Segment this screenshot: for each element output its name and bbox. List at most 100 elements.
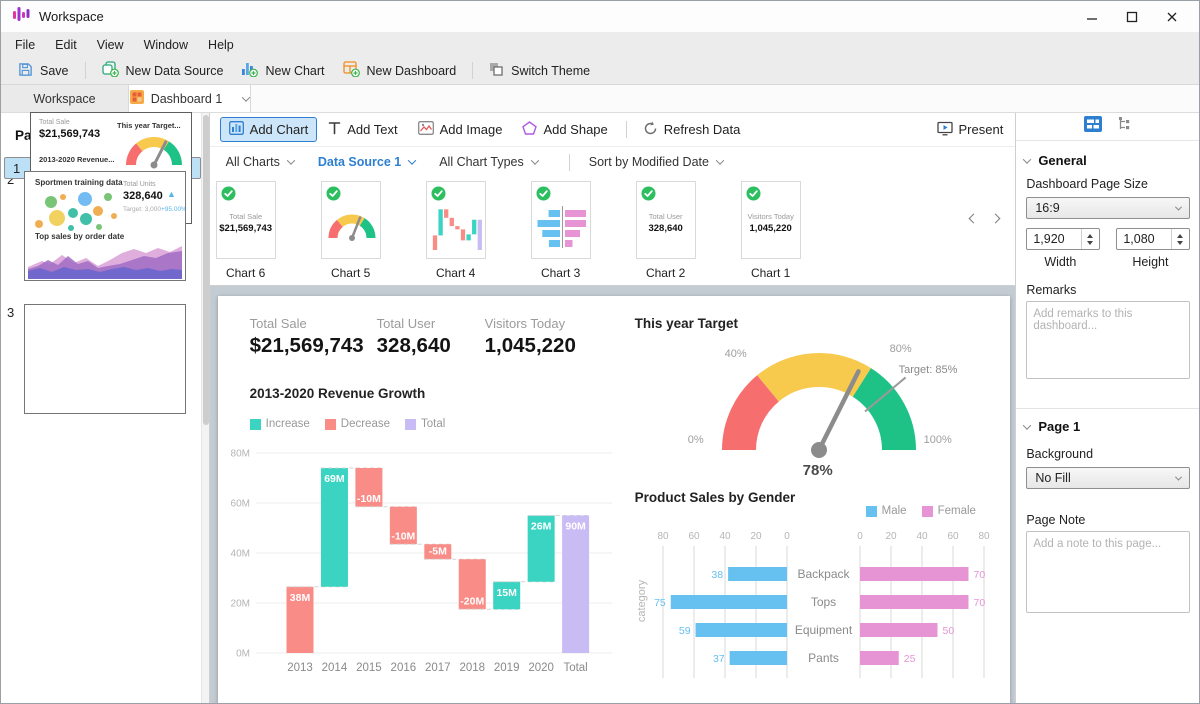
new-dashboard-button[interactable]: New Dashboard [334,58,466,83]
page-3-preview [24,304,186,414]
chart-card[interactable]: Chart 3 [531,181,591,285]
decrease-swatch [325,419,336,430]
add-chart-icon [229,121,244,138]
svg-text:40: 40 [916,531,928,542]
gauge-target-label: Target: 85% [899,364,958,376]
dashboard-settings-icon[interactable] [1084,116,1102,137]
page-thumbnail-3[interactable]: 3 [4,299,198,419]
chart-card[interactable]: Visitors Today 1,045,220 Chart 1 [741,181,801,285]
svg-text:-10M: -10M [391,530,415,542]
stepper-arrows-icon[interactable] [1081,229,1097,249]
menu-file[interactable]: File [5,35,45,55]
butterfly-chart[interactable]: 0020204040606080803870Backpack7570Tops59… [635,528,1007,691]
cards-prev-button[interactable] [969,214,979,224]
chart-card-list: Total Sale $21,569,743 Chart 6 Chart 5 [210,177,1016,285]
waterfall-chart[interactable]: 0M20M40M60M80M38M201369M2014-10M2015-10M… [230,443,614,684]
chevron-down-icon [531,156,539,164]
check-circle-icon [641,186,656,206]
add-text-icon [328,121,341,138]
check-circle-icon [326,186,341,206]
chart-card-name: Chart 5 [321,266,381,280]
stepper-arrows-icon[interactable] [1171,229,1187,249]
general-section-header[interactable]: General [1024,153,1086,168]
waterfall-legend: Increase Decrease Total [250,418,446,430]
add-shape-button[interactable]: Add Shape [513,117,616,142]
chart-card-name: Chart 2 [636,266,696,280]
chart-card[interactable]: Chart 4 [426,181,486,285]
dashboard-canvas[interactable]: Total Sale $21,569,743 Total User 328,64… [210,286,1016,704]
switch-theme-button[interactable]: Switch Theme [480,59,599,83]
refresh-data-button[interactable]: Refresh Data [634,117,750,143]
check-circle-icon [536,186,551,206]
svg-text:20M: 20M [230,599,249,610]
svg-text:Tops: Tops [810,595,835,609]
increase-swatch [250,419,261,430]
tab-menu-chevron-icon[interactable] [242,93,250,101]
male-swatch [866,506,877,517]
background-select[interactable]: No Fill [1026,467,1190,489]
remarks-textarea[interactable] [1026,301,1190,379]
filter-divider [569,154,570,171]
tab-dashboard-1[interactable]: Dashboard 1 [129,85,251,112]
svg-text:75: 75 [654,597,666,609]
maximize-button[interactable] [1125,10,1139,24]
add-chart-button[interactable]: Add Chart [220,117,318,142]
width-stepper[interactable] [1026,228,1100,250]
chart-card[interactable]: Chart 5 [321,181,381,285]
pages-scrollbar-thumb[interactable] [203,115,209,425]
present-button[interactable]: Present [937,121,1004,139]
kpi-total-sale[interactable]: Total Sale $21,569,743 [250,316,364,358]
page-section-header[interactable]: Page 1 [1024,419,1080,434]
svg-text:20: 20 [750,531,762,542]
save-icon [18,62,33,80]
butterfly-chart-title: Product Sales by Gender [635,490,796,505]
page-size-select[interactable]: 16:9 [1026,197,1190,219]
chart-card[interactable]: Total Sale $21,569,743 Chart 6 [216,181,276,285]
height-stepper[interactable] [1116,228,1190,250]
save-button[interactable]: Save [9,59,78,83]
waterfall-chart-title: 2013-2020 Revenue Growth [250,386,426,401]
add-text-button[interactable]: Add Text [319,117,406,142]
svg-text:38M: 38M [289,592,310,604]
new-data-source-button[interactable]: New Data Source [93,58,233,83]
add-image-button[interactable]: Add Image [409,117,512,142]
tab-workspace[interactable]: Workspace [1,85,129,112]
svg-text:Equipment: Equipment [794,623,852,637]
structure-tree-icon[interactable] [1116,116,1132,137]
svg-text:20: 20 [885,531,897,542]
gallery-filter-bar: All Charts Data Source 1 All Chart Types… [210,147,1016,177]
menu-help[interactable]: Help [198,35,244,55]
svg-text:-10M: -10M [357,493,381,505]
check-circle-icon [221,186,236,206]
menu-edit[interactable]: Edit [45,35,87,55]
new-chart-button[interactable]: New Chart [232,58,333,83]
menu-view[interactable]: View [87,35,134,55]
filter-chart-types[interactable]: All Chart Types [439,155,538,169]
svg-text:80: 80 [657,531,669,542]
cards-next-button[interactable] [991,214,1001,224]
page-note-textarea[interactable] [1026,531,1190,613]
svg-text:50: 50 [942,625,954,637]
menu-window[interactable]: Window [134,35,198,55]
switch-theme-icon [489,62,504,80]
gauge-tick-40: 40% [720,348,752,360]
svg-text:37: 37 [713,653,725,665]
page-thumbnail-2[interactable]: 2 Sportmen training data Total Units 328… [4,166,198,286]
thumb-target: Target: 3,000 [123,206,161,213]
kpi-total-user[interactable]: Total User 328,640 [377,316,451,358]
chart-card[interactable]: Total User 328,640 Chart 2 [636,181,696,285]
sort-by-modified-date[interactable]: Sort by Modified Date [589,155,723,169]
width-input[interactable] [1027,229,1081,249]
dashboard-page[interactable]: Total Sale $21,569,743 Total User 328,64… [218,296,1010,704]
svg-text:2020: 2020 [528,662,554,674]
svg-text:69M: 69M [324,473,345,485]
height-input[interactable] [1117,229,1171,249]
close-button[interactable] [1165,10,1179,24]
kpi-visitors-today[interactable]: Visitors Today 1,045,220 [485,316,576,358]
filter-all-charts[interactable]: All Charts [226,155,294,169]
svg-text:15M: 15M [496,587,517,599]
filter-data-source[interactable]: Data Source 1 [318,155,415,169]
minimize-button[interactable] [1085,10,1099,24]
svg-text:59: 59 [679,625,691,637]
gauge-tick-80: 80% [885,343,917,355]
